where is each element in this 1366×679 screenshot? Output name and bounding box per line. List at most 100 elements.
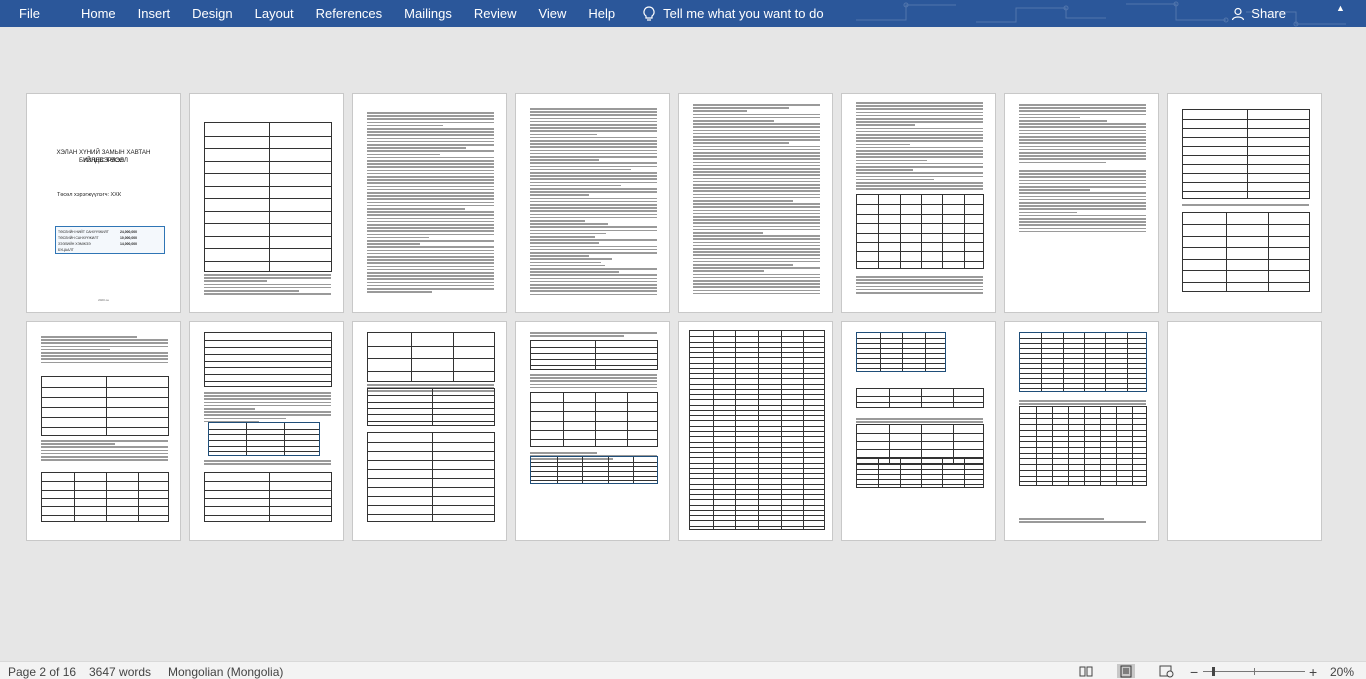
language-indicator[interactable]: Mongolian (Mongolia) — [168, 662, 283, 679]
tab-design[interactable]: Design — [181, 0, 243, 27]
table-row-line — [205, 506, 331, 508]
text-line — [693, 254, 820, 256]
page-counter[interactable]: Page 2 of 16 — [8, 662, 76, 679]
tell-me-search[interactable]: Tell me what you want to do — [632, 0, 834, 27]
table-col-line — [269, 123, 270, 271]
page-thumbnail[interactable] — [841, 93, 996, 313]
print-layout-icon[interactable] — [1117, 664, 1135, 678]
text-line — [693, 113, 820, 116]
page-thumbnail[interactable] — [678, 321, 833, 541]
text-line — [856, 166, 983, 168]
text-line — [693, 148, 820, 151]
text-line — [530, 200, 657, 203]
table-row-line — [1183, 137, 1309, 138]
text-line — [693, 120, 775, 122]
text-line — [41, 361, 168, 364]
table-row-line — [531, 411, 657, 413]
text-line — [856, 114, 983, 117]
zoom-level[interactable]: 20% — [1330, 662, 1354, 679]
tab-help[interactable]: Help — [577, 0, 626, 27]
page-thumbnail[interactable] — [1167, 321, 1322, 541]
text-line — [367, 182, 494, 184]
text-line — [856, 188, 983, 190]
text-line — [530, 261, 602, 264]
text-line — [693, 164, 820, 167]
lightbulb-icon — [643, 5, 655, 21]
text-line — [530, 293, 657, 296]
table — [204, 122, 332, 272]
page-1-cover[interactable]: ХЭЛАН ХҮНИЙ ЗАМЫН ХАВТАН ҮЙЛДВЭРЛЭЛ БИЗН… — [26, 93, 181, 313]
table-col-line — [607, 457, 609, 483]
table — [530, 456, 658, 484]
page-thumbnail[interactable] — [352, 93, 507, 313]
document-area[interactable]: ХЭЛАН ХҮНИЙ ЗАМЫН ХАВТАН ҮЙЛДВЭРЛЭЛ БИЗН… — [0, 27, 1366, 661]
page-thumbnail[interactable] — [189, 321, 344, 541]
tab-layout[interactable]: Layout — [244, 0, 305, 27]
text-line — [530, 374, 657, 376]
page-thumbnail[interactable] — [678, 93, 833, 313]
text-line — [1019, 521, 1146, 523]
ribbon-collapse-icon[interactable]: ▲ — [1336, 3, 1348, 15]
page-thumbnail[interactable] — [189, 93, 344, 313]
table-row-line — [209, 440, 319, 441]
page-thumbnail[interactable] — [1004, 93, 1159, 313]
table-col-line — [246, 423, 248, 455]
read-mode-icon[interactable] — [1078, 664, 1094, 678]
tab-review[interactable]: Review — [463, 0, 528, 27]
table-row-line — [368, 345, 494, 347]
text-line — [856, 185, 983, 187]
text-line — [1019, 186, 1146, 188]
table-row-line — [368, 496, 494, 497]
table-col-line — [963, 459, 965, 487]
text-line — [856, 121, 983, 123]
tab-insert[interactable]: Insert — [127, 0, 182, 27]
text-line — [693, 286, 820, 288]
zoom-slider-thumb[interactable] — [1212, 667, 1215, 676]
share-button[interactable]: Share — [1231, 0, 1286, 27]
text-line — [367, 163, 494, 165]
text-line — [530, 232, 606, 235]
text-line — [367, 137, 494, 140]
tab-file[interactable]: File — [0, 0, 70, 27]
page-thumbnail[interactable] — [841, 321, 996, 541]
text-line — [856, 182, 983, 184]
tab-references[interactable]: References — [305, 0, 393, 27]
text-line — [856, 130, 983, 133]
text-line — [530, 223, 609, 225]
page-thumbnail[interactable] — [515, 321, 670, 541]
page-thumbnail[interactable] — [1167, 93, 1322, 313]
text-line — [1019, 158, 1146, 160]
text-line — [693, 104, 820, 106]
zoom-out-icon[interactable]: − — [1190, 662, 1198, 679]
text-line — [1019, 136, 1146, 138]
table-row-line — [1183, 224, 1309, 226]
text-line — [530, 178, 657, 180]
text-line — [530, 188, 657, 190]
text-line — [530, 194, 589, 196]
text-line — [367, 147, 466, 149]
text-line — [530, 124, 657, 126]
tab-mailings[interactable]: Mailings — [393, 0, 463, 27]
text-line — [1019, 227, 1146, 230]
page-thumbnail[interactable] — [352, 321, 507, 541]
word-count[interactable]: 3647 words — [89, 662, 151, 679]
text-line — [41, 446, 168, 448]
table-col-line — [902, 333, 903, 371]
text-line — [204, 280, 268, 282]
table-row-line — [368, 401, 494, 403]
tab-home[interactable]: Home — [70, 0, 127, 27]
table-row-line — [1183, 155, 1309, 156]
page-thumbnail[interactable] — [26, 321, 181, 541]
table-row-line — [857, 402, 983, 404]
tab-view[interactable]: View — [527, 0, 577, 27]
table-row-line — [531, 480, 657, 482]
web-layout-icon[interactable] — [1158, 664, 1174, 678]
page-thumbnail[interactable] — [1004, 321, 1159, 541]
text-line — [1019, 195, 1146, 198]
text-line — [856, 175, 983, 178]
zoom-in-icon[interactable]: + — [1309, 662, 1317, 679]
table-row-line — [531, 466, 657, 468]
table-row-line — [368, 414, 494, 416]
text-line — [856, 159, 928, 162]
page-thumbnail[interactable] — [515, 93, 670, 313]
